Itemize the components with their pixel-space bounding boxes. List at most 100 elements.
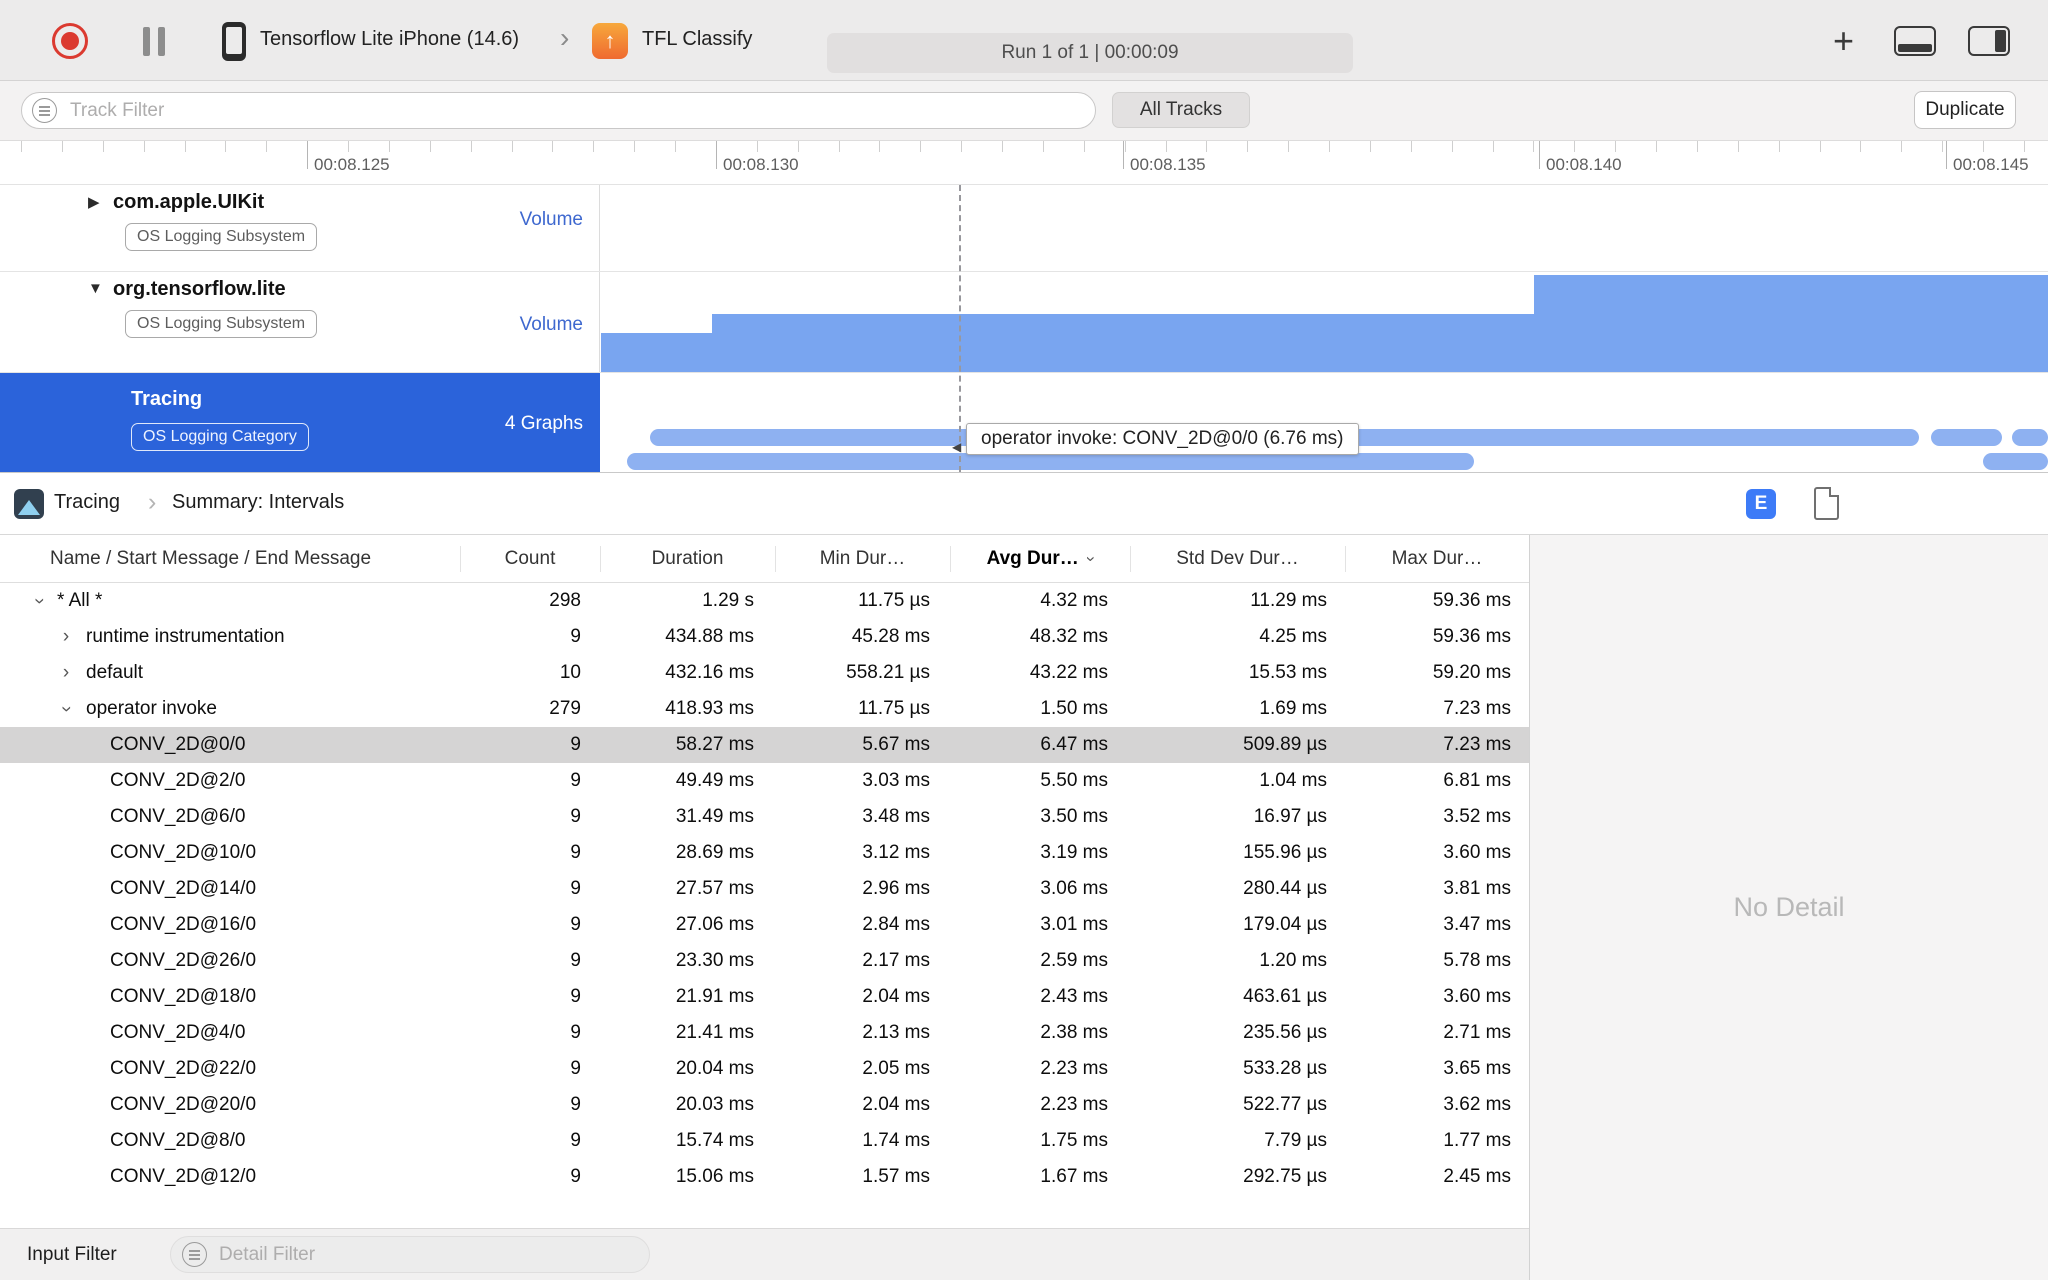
track-name: Tracing <box>131 388 203 410</box>
ruler-minor-tick <box>184 141 186 152</box>
document-icon[interactable] <box>1814 487 1839 520</box>
breadcrumb-chevron-icon: › <box>148 488 157 516</box>
cell-min: 2.84 ms <box>862 914 930 935</box>
row-disclosure-icon[interactable]: › <box>57 627 75 646</box>
playhead-line[interactable] <box>959 185 961 472</box>
ruler-minor-tick <box>1083 141 1085 152</box>
column-header-max-dur[interactable]: Max Dur… <box>1345 535 1529 583</box>
cell-min: 1.57 ms <box>862 1166 930 1187</box>
table-row[interactable]: CONV_2D@20/0 9 20.03 ms 2.04 ms 2.23 ms 522.7… <box>0 1087 1529 1123</box>
cell-count: 10 <box>559 662 581 683</box>
detail-filter-input[interactable] <box>170 1236 650 1273</box>
toggle-bottom-panel-button[interactable] <box>1894 26 1936 56</box>
cell-max: 3.60 ms <box>1443 986 1511 1007</box>
interval-pill[interactable] <box>1930 429 2002 446</box>
column-header-std-dev-dur[interactable]: Std Dev Dur… <box>1130 535 1345 583</box>
process-selector[interactable]: TFL Classify <box>642 28 752 51</box>
table-row[interactable]: CONV_2D@22/0 9 20.04 ms 2.05 ms 2.23 ms 533.2… <box>0 1051 1529 1087</box>
column-header-avg-dur[interactable]: Avg Dur… › <box>950 535 1130 583</box>
cell-max: 7.23 ms <box>1443 698 1511 719</box>
column-header-name-start-message-end-message[interactable]: Name / Start Message / End Message <box>0 535 460 583</box>
interval-pill[interactable] <box>1982 453 2048 470</box>
cell-std: 16.97 µs <box>1253 806 1327 827</box>
track-header-tensorflow[interactable]: ▼ org.tensorflow.lite OS Logging Subsyst… <box>0 272 600 372</box>
page-fold-icon <box>1829 487 1839 497</box>
cell-duration: 23.30 ms <box>675 950 754 971</box>
column-header-count[interactable]: Count <box>460 535 600 583</box>
ruler-minor-tick <box>838 141 840 152</box>
row-disclosure-icon[interactable]: › <box>29 592 50 610</box>
cell-std: 4.25 ms <box>1259 626 1327 647</box>
table-row[interactable]: › operator invoke 279 418.93 ms 11.75 µs 1.50… <box>0 691 1529 727</box>
disclosure-collapsed-icon[interactable]: ▶ <box>88 193 100 211</box>
instruments-window: Tensorflow Lite iPhone (14.6) › ↑ TFL Cl… <box>0 0 2048 1280</box>
cell-min: 3.48 ms <box>862 806 930 827</box>
extended-detail-toggle[interactable]: E <box>1746 489 1776 519</box>
cell-avg: 2.43 ms <box>1040 986 1108 1007</box>
table-row[interactable]: CONV_2D@14/0 9 27.57 ms 2.96 ms 3.06 ms 280.4… <box>0 871 1529 907</box>
table-row[interactable]: › * All * 298 1.29 s 11.75 µs 4.32 ms 11.29 ms… <box>0 583 1529 619</box>
cell-duration: 58.27 ms <box>675 734 754 755</box>
track-org-tensorflow-lite[interactable]: ▼ org.tensorflow.lite OS Logging Subsyst… <box>0 272 2048 373</box>
cell-min: 1.74 ms <box>862 1130 930 1151</box>
pause-button[interactable] <box>143 27 165 56</box>
cell-max: 6.81 ms <box>1443 770 1511 791</box>
cell-max: 59.36 ms <box>1432 590 1511 611</box>
toggle-right-panel-button[interactable] <box>1968 26 2010 56</box>
track-header-tracing[interactable]: Tracing OS Logging Category 4 Graphs <box>0 373 600 472</box>
cell-duration: 49.49 ms <box>675 770 754 791</box>
cell-std: 292.75 µs <box>1243 1166 1327 1187</box>
interval-pill[interactable] <box>627 453 1474 470</box>
track-filter-input[interactable] <box>21 92 1096 129</box>
cell-max: 3.60 ms <box>1443 842 1511 863</box>
tooltip-pointer-icon: ◀ <box>952 440 962 454</box>
cell-min: 2.96 ms <box>862 878 930 899</box>
table-row[interactable]: CONV_2D@2/0 9 49.49 ms 3.03 ms 5.50 ms 1.04 m… <box>0 763 1529 799</box>
table-row[interactable]: CONV_2D@18/0 9 21.91 ms 2.04 ms 2.43 ms 463.6… <box>0 979 1529 1015</box>
table-row[interactable]: CONV_2D@26/0 9 23.30 ms 2.17 ms 2.59 ms 1.20 … <box>0 943 1529 979</box>
track-name: com.apple.UIKit <box>113 191 265 213</box>
cell-avg: 3.50 ms <box>1040 806 1108 827</box>
record-button[interactable] <box>52 23 88 59</box>
column-separator <box>950 546 951 572</box>
column-header-duration[interactable]: Duration <box>600 535 775 583</box>
cell-avg: 4.32 ms <box>1040 590 1108 611</box>
column-header-min-dur[interactable]: Min Dur… <box>775 535 950 583</box>
table-row[interactable]: › default 10 432.16 ms 558.21 µs 43.22 ms 15.5… <box>0 655 1529 691</box>
table-row[interactable]: CONV_2D@8/0 9 15.74 ms 1.74 ms 1.75 ms 7.79 µ… <box>0 1123 1529 1159</box>
disclosure-expanded-icon[interactable]: ▼ <box>88 280 103 297</box>
ruler-major-tick <box>716 141 717 169</box>
table-row[interactable]: CONV_2D@0/0 9 58.27 ms 5.67 ms 6.47 ms 509.89… <box>0 727 1529 763</box>
uikit-graph[interactable] <box>601 185 2048 271</box>
breadcrumb-root[interactable]: Tracing <box>54 491 120 514</box>
column-header-label: Avg Dur… <box>986 548 1079 569</box>
row-disclosure-icon[interactable]: › <box>56 700 77 718</box>
table-row[interactable]: CONV_2D@4/0 9 21.41 ms 2.13 ms 2.38 ms 235.56… <box>0 1015 1529 1051</box>
timeline-ruler[interactable]: 00:08.125 00:08.130 00:08.135 00:08.140 00:0… <box>0 141 2048 185</box>
breadcrumb-page[interactable]: Summary: Intervals <box>172 491 344 514</box>
table-row[interactable]: CONV_2D@10/0 9 28.69 ms 3.12 ms 3.19 ms 155.9… <box>0 835 1529 871</box>
volume-graph-tensorflow[interactable] <box>601 272 2048 372</box>
track-com-apple-uikit[interactable]: ▶ com.apple.UIKit OS Logging Subsystem V… <box>0 185 2048 272</box>
ruler-minor-tick <box>429 141 431 152</box>
row-disclosure-icon[interactable]: › <box>57 663 75 682</box>
table-row[interactable]: CONV_2D@6/0 9 31.49 ms 3.48 ms 3.50 ms 16.97 … <box>0 799 1529 835</box>
ruler-minor-tick <box>1696 141 1698 152</box>
track-header-uikit[interactable]: ▶ com.apple.UIKit OS Logging Subsystem V… <box>0 185 600 271</box>
all-tracks-button[interactable]: All Tracks <box>1112 92 1250 128</box>
interval-pill[interactable] <box>2011 429 2048 446</box>
device-selector[interactable]: Tensorflow Lite iPhone (14.6) <box>260 28 519 51</box>
mountain-icon <box>18 500 40 515</box>
table-row[interactable]: › runtime instrumentation 9 434.88 ms 45.28 … <box>0 619 1529 655</box>
ruler-minor-tick <box>1492 141 1494 152</box>
ruler-minor-tick <box>675 141 676 152</box>
table-row[interactable]: CONV_2D@12/0 9 15.06 ms 1.57 ms 1.67 ms 292.7… <box>0 1159 1529 1195</box>
ruler-minor-tick <box>1451 141 1453 152</box>
row-name: CONV_2D@4/0 <box>110 1022 246 1043</box>
bottom-bar: Input Filter <box>0 1228 1529 1280</box>
cell-duration: 31.49 ms <box>675 806 754 827</box>
duplicate-button[interactable]: Duplicate <box>1914 91 2016 129</box>
table-row[interactable]: CONV_2D@16/0 9 27.06 ms 2.84 ms 3.01 ms 179.0… <box>0 907 1529 943</box>
cell-count: 9 <box>570 914 581 935</box>
add-instrument-button[interactable]: + <box>1833 20 1854 62</box>
